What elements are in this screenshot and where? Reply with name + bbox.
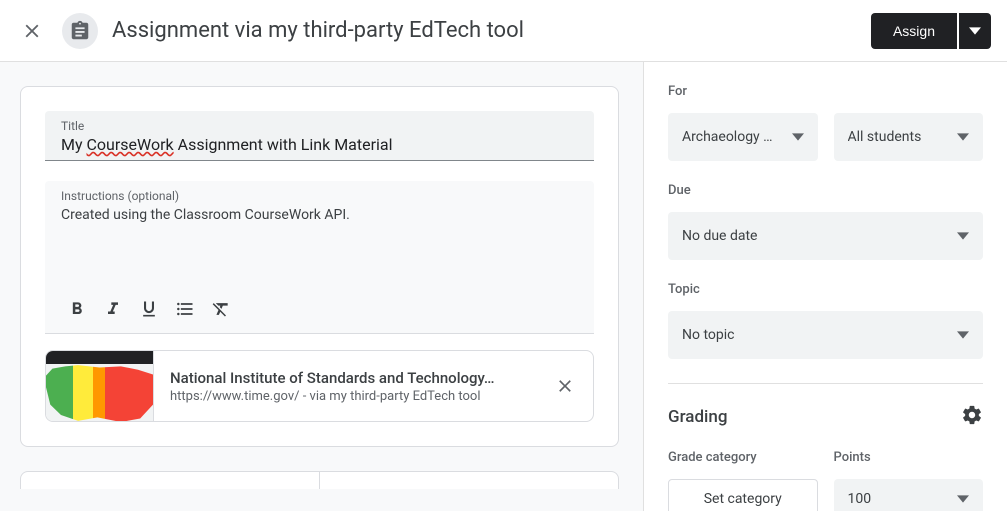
attachment-url: https://www.time.gov/ (170, 389, 300, 404)
italic-button[interactable] (97, 293, 129, 325)
italic-icon (103, 299, 123, 319)
points-value: 100 (848, 491, 872, 507)
class-select-value: Archaeology … (682, 129, 773, 145)
title-input[interactable]: My CourseWork Assignment with Link Mater… (61, 133, 578, 154)
body: Title My CourseWork Assignment with Link… (0, 62, 1007, 511)
bold-icon (67, 299, 87, 319)
students-select[interactable]: All students (834, 113, 984, 161)
chevron-down-icon (792, 131, 804, 143)
instructions-input[interactable]: Created using the Classroom CourseWork A… (61, 203, 578, 287)
chevron-down-icon (969, 25, 981, 37)
attachment-via: - via my third-party EdTech tool (300, 389, 481, 404)
due-select[interactable]: No due date (668, 212, 983, 260)
chevron-down-icon (957, 131, 969, 143)
topic-label: Topic (668, 282, 983, 297)
due-select-value: No due date (682, 228, 757, 244)
main-panel: Title My CourseWork Assignment with Link… (0, 62, 643, 511)
underline-button[interactable] (133, 293, 165, 325)
points-label: Points (834, 450, 984, 465)
close-icon (555, 376, 575, 396)
chevron-down-icon (957, 329, 969, 341)
set-category-button[interactable]: Set category (668, 479, 818, 511)
bullet-list-button[interactable] (169, 293, 201, 325)
chevron-down-icon (957, 230, 969, 242)
topic-select-value: No topic (682, 327, 734, 343)
bullet-list-icon (175, 299, 195, 319)
sidebar: For Archaeology … All students Due No du… (643, 62, 1007, 511)
due-label: Due (668, 183, 983, 198)
chevron-down-icon (957, 493, 969, 505)
bold-button[interactable] (61, 293, 93, 325)
topic-select[interactable]: No topic (668, 311, 983, 359)
assign-button[interactable]: Assign (871, 13, 957, 49)
clear-format-icon (211, 299, 231, 319)
attachment-body: National Institute of Standards and Tech… (154, 369, 537, 404)
clear-format-button[interactable] (205, 293, 237, 325)
format-toolbar (61, 287, 578, 333)
grading-settings-button[interactable] (961, 404, 983, 430)
assign-button-group: Assign (871, 13, 991, 49)
bottom-left[interactable] (21, 472, 320, 489)
assignment-icon (62, 13, 98, 49)
instructions-field[interactable]: Instructions (optional) Created using th… (45, 181, 594, 334)
bottom-right[interactable] (320, 472, 618, 489)
page-title: Assignment via my third-party EdTech too… (112, 18, 871, 43)
remove-attachment-button[interactable] (537, 376, 593, 396)
assignment-card: Title My CourseWork Assignment with Link… (20, 86, 619, 447)
attachment-subtitle: https://www.time.gov/ - via my third-par… (170, 389, 521, 404)
assign-dropdown-button[interactable] (959, 13, 991, 49)
students-select-value: All students (848, 129, 922, 145)
attachment-card[interactable]: National Institute of Standards and Tech… (45, 350, 594, 422)
close-icon (21, 20, 43, 42)
attachment-thumbnail (46, 350, 154, 422)
title-label: Title (61, 119, 578, 133)
title-field[interactable]: Title My CourseWork Assignment with Link… (45, 111, 594, 161)
grade-category-label: Grade category (668, 450, 818, 465)
for-label: For (668, 84, 983, 99)
class-select[interactable]: Archaeology … (668, 113, 818, 161)
divider (668, 383, 983, 384)
header: Assignment via my third-party EdTech too… (0, 0, 1007, 62)
points-select[interactable]: 100 (834, 479, 984, 511)
grading-heading: Grading (668, 407, 727, 427)
close-button[interactable] (12, 11, 52, 51)
attachment-title: National Institute of Standards and Tech… (170, 369, 521, 387)
underline-icon (139, 299, 159, 319)
instructions-label: Instructions (optional) (61, 189, 578, 203)
gear-icon (961, 404, 983, 426)
bottom-toolbar (20, 471, 619, 489)
